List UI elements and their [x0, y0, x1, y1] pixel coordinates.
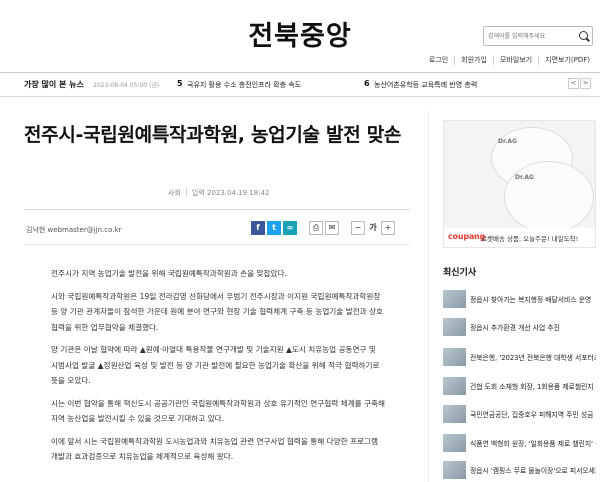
product-label: Dr.AG — [515, 174, 534, 181]
news-thumbnail[interactable] — [443, 290, 466, 308]
list-item[interactable]: 정읍시 찾아가는 복지행정 배달서비스 운영 — [443, 290, 596, 310]
list-item[interactable]: 식품연 백형희 원장, '일회용품 제로 챌린지' 동참 — [443, 434, 596, 454]
site-logo[interactable]: 전북중앙 — [230, 14, 370, 53]
sidebar-divider — [428, 110, 429, 482]
font-size-label: 가 — [369, 223, 377, 232]
article-body: 전주시가 지역 농업기술 발전을 위해 국립원예특작과학원과 손을 맞잡았다. … — [51, 266, 385, 472]
facebook-share-icon[interactable]: f — [251, 221, 265, 235]
header-divider — [0, 72, 600, 73]
list-item[interactable]: 건협 도회 소재형 회장, 1회용품 제로챌린지 동참 — [443, 377, 596, 397]
popular-news-link[interactable]: 농산어촌유학등 교육특례 반영 총력 — [374, 80, 477, 90]
article-paragraph: 양 기관은 이날 협약에 따라 ▲원예·아열대 특용작물 연구개발 및 기술지원… — [51, 345, 380, 385]
twitter-share-icon[interactable]: t — [267, 221, 281, 235]
list-item[interactable]: 정읍시 추가환경 개선 사업 추진 — [443, 318, 596, 338]
popular-rank: 6 — [364, 79, 370, 88]
pdf-view-link[interactable]: 지면보기(PDF) — [538, 56, 596, 65]
news-thumbnail[interactable] — [443, 318, 466, 336]
font-increase-button[interactable]: + — [381, 221, 395, 235]
print-icon[interactable]: ⎙ — [309, 221, 323, 235]
article-date: 입력 2023.04.19 18:42 — [191, 189, 270, 197]
article-meta: 사회 입력 2023.04.19 18:42 — [168, 188, 269, 198]
news-title[interactable]: 정읍시 추가환경 개선 사업 추진 — [470, 322, 596, 332]
search-box[interactable] — [483, 26, 593, 46]
news-title[interactable]: 국민연금공단, 집중호우 피해지역 주민 성금 전달 — [470, 409, 596, 419]
news-thumbnail[interactable] — [443, 434, 466, 452]
article-section[interactable]: 사회 — [168, 188, 181, 198]
news-title[interactable]: 전북은행, '2023년 전북은행 대학생 서포터즈' 발대 — [470, 352, 596, 362]
popular-rank: 5 — [177, 79, 183, 88]
article-divider — [24, 244, 410, 245]
news-title[interactable]: 정읍시 찾아가는 복지행정 배달서비스 운영 — [470, 294, 596, 304]
product-label: Dr.AG — [498, 138, 517, 145]
popular-news-timestamp: 2023-08-04 05:00 (금) — [93, 82, 160, 89]
popular-prev-button[interactable]: < — [568, 78, 579, 89]
latest-news-title: 최신기사 — [443, 268, 477, 278]
news-thumbnail[interactable] — [443, 405, 466, 423]
news-thumbnail[interactable] — [443, 348, 466, 366]
signup-link[interactable]: 회원가입 — [454, 56, 493, 65]
ad-brand-logo[interactable]: coupang — [448, 232, 485, 241]
article-divider — [24, 209, 410, 210]
product-image: Dr.AG — [504, 161, 594, 233]
news-thumbnail[interactable] — [443, 377, 466, 395]
list-item[interactable]: 국민연금공단, 집중호우 피해지역 주민 성금 전달 — [443, 405, 596, 425]
mobile-view-link[interactable]: 모바일보기 — [492, 56, 538, 65]
ad-copy[interactable]: 로켓배송 상품, 오늘주문! 내일도착! — [481, 233, 578, 243]
search-icon[interactable] — [579, 31, 588, 40]
popular-news-link[interactable]: 국유지 활용 수소 충전인프라 확충 속도 — [187, 80, 301, 90]
news-thumbnail[interactable] — [443, 461, 466, 479]
news-title[interactable]: 식품연 백형희 원장, '일회용품 제로 챌린지' 동참 — [470, 438, 596, 448]
utility-links: 로그인 회원가입 모바일보기 지면보기(PDF) — [423, 56, 596, 65]
popular-bar-divider — [0, 96, 600, 97]
article-byline: 김낙현 webmaster@jjn.co.kr — [26, 226, 122, 234]
list-item[interactable]: 전북은행, '2023년 전북은행 대학생 서포터즈' 발대 — [443, 348, 596, 368]
login-link[interactable]: 로그인 — [423, 56, 454, 65]
link-copy-icon[interactable]: ∞ — [283, 221, 297, 235]
list-item[interactable]: 정읍시 '캠핑스 무료 물놀이장'으로 피서오세요 — [443, 461, 596, 481]
popular-news-title: 가장 많이 본 뉴스 — [24, 80, 84, 89]
news-title[interactable]: 건협 도회 소재형 회장, 1회용품 제로챌린지 동참 — [470, 381, 596, 391]
search-input[interactable] — [484, 27, 576, 45]
article-headline: 전주시-국립원예특작과학원, 농업기술 발전 맞손 — [24, 124, 402, 146]
mail-icon[interactable]: ✉ — [325, 221, 339, 235]
article-paragraph: 전주시가 지역 농업기술 발전을 위해 국립원예특작과학원과 손을 맞잡았다. — [51, 269, 287, 278]
article-paragraph: 이에 앞서 시는 국립원예특작과학원 도시농업과와 치유농업 관련 연구사업 협… — [51, 436, 378, 462]
meta-separator — [185, 188, 187, 196]
article-paragraph: 시는 이번 협약을 통해 혁신도시 공공기관인 국립원예특작과학원과 상호 유기… — [51, 398, 385, 424]
article-paragraph: 시와 국립원예특작과학원은 19일 전라감영 선화당에서 우범기 전주시장과 이… — [51, 291, 384, 332]
popular-next-button[interactable]: > — [580, 78, 591, 89]
font-decrease-button[interactable]: − — [351, 221, 365, 235]
news-title[interactable]: 정읍시 '캠핑스 무료 물놀이장'으로 피서오세요 — [470, 465, 596, 475]
